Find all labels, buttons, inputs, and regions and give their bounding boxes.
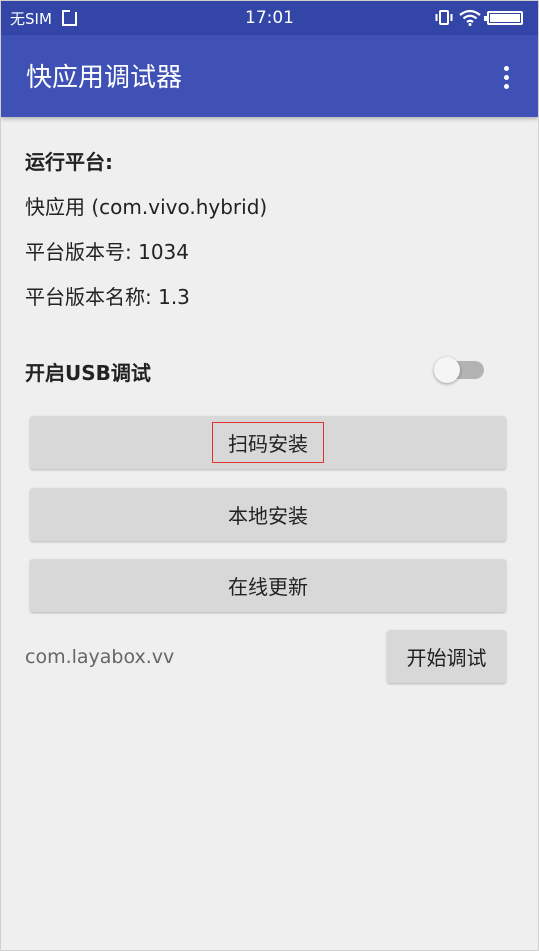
online-update-label: 在线更新 <box>228 575 308 599</box>
app-title: 快应用调试器 <box>26 63 183 93</box>
online-update-button[interactable]: 在线更新 <box>30 559 506 612</box>
more-vert-icon[interactable] <box>494 61 518 93</box>
platform-heading: 运行平台: <box>25 150 113 174</box>
menu-dot <box>503 83 509 89</box>
vibrate-icon <box>435 10 453 25</box>
battery-icon <box>484 10 523 25</box>
menu-dot <box>503 65 509 71</box>
platform-version-code: 平台版本号: 1034 <box>25 240 189 264</box>
app-window: 无SIM 17:01 快应用调试器 运行平台: 快应用 (com.vivo.hy… <box>0 0 539 951</box>
local-install-button[interactable]: 本地安装 <box>30 488 506 541</box>
start-debug-button[interactable]: 开始调试 <box>387 630 506 683</box>
usb-debug-toggle[interactable] <box>434 357 486 383</box>
wifi-icon <box>459 9 481 26</box>
toggle-thumb <box>434 357 460 383</box>
platform-name: 快应用 (com.vivo.hybrid) <box>25 195 268 219</box>
app-bar: 快应用调试器 <box>1 35 538 117</box>
status-bar: 无SIM 17:01 <box>1 1 538 35</box>
menu-dot <box>503 74 509 80</box>
status-right <box>435 9 523 26</box>
platform-version-name: 平台版本名称: 1.3 <box>25 285 190 309</box>
start-debug-label: 开始调试 <box>406 646 487 670</box>
scan-install-label: 扫码安装 <box>212 422 324 463</box>
usb-debug-label: 开启USB调试 <box>25 361 151 385</box>
local-install-label: 本地安装 <box>228 504 308 528</box>
scan-install-button[interactable]: 扫码安装 <box>30 416 506 469</box>
package-name: com.layabox.vv <box>25 646 175 668</box>
